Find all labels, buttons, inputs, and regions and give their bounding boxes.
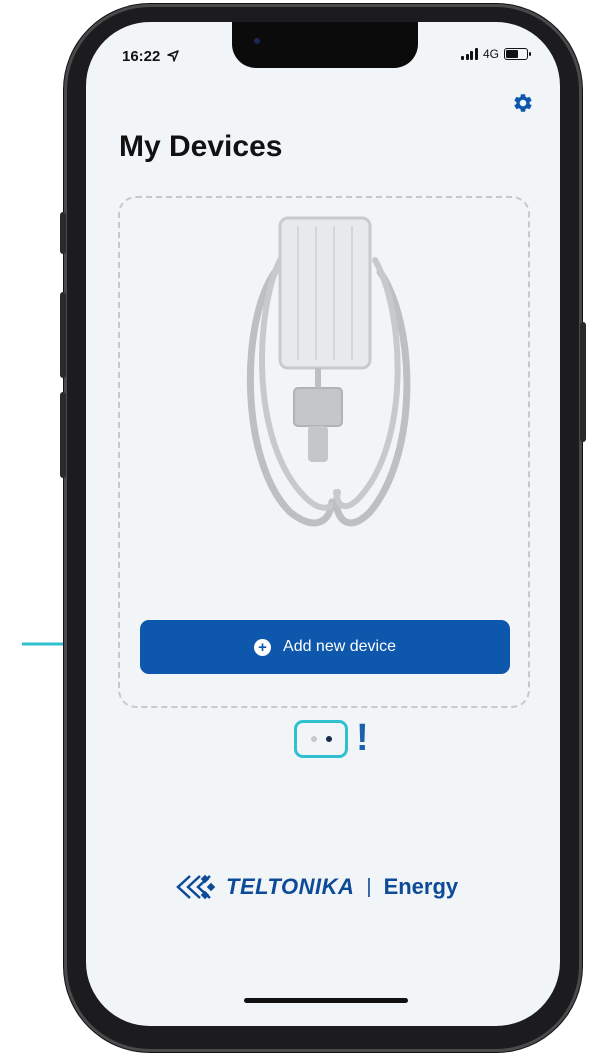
brand-name: TELTONIKA <box>226 874 355 899</box>
notch <box>232 22 418 68</box>
add-new-device-button[interactable]: + Add new device <box>140 620 510 674</box>
plus-circle-icon: + <box>254 638 272 656</box>
ev-charger-icon <box>246 216 411 527</box>
location-arrow-icon <box>166 50 179 62</box>
brand-suffix: Energy <box>383 874 459 899</box>
action-button <box>60 212 66 254</box>
volume-up-button <box>60 292 66 378</box>
time-text: 16:22 <box>122 48 161 65</box>
brand-separator: | <box>366 875 372 898</box>
add-device-card: + Add new device <box>118 196 530 708</box>
gear-icon[interactable] <box>512 92 534 114</box>
volume-down-button <box>60 392 66 478</box>
page-title: My Devices <box>119 130 283 163</box>
status-time: 16:22 <box>122 48 179 65</box>
teltonika-chevron-icon <box>176 874 216 900</box>
teltonika-energy-logo: TELTONIKA | Energy <box>172 874 458 900</box>
add-new-device-label: Add new device <box>283 638 396 655</box>
front-camera <box>254 38 260 44</box>
status-icons: 4G <box>461 47 531 61</box>
network-type: 4G <box>482 47 499 61</box>
home-indicator[interactable] <box>244 998 408 1003</box>
power-button <box>580 322 586 442</box>
page-dot-1[interactable] <box>310 736 317 742</box>
page-indicator[interactable] <box>294 720 348 758</box>
page-dot-2-active[interactable] <box>325 736 332 742</box>
app-screen: 16:22 4G My Devices + Add new device ! T… <box>86 22 560 1026</box>
battery-icon <box>504 48 531 60</box>
callout-exclamation: ! <box>356 717 369 759</box>
signal-bars-icon <box>461 48 478 60</box>
